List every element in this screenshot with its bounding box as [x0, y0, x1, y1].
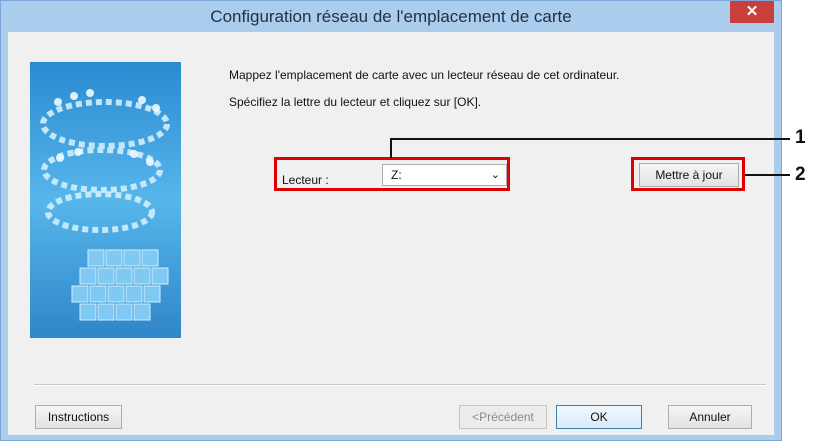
- instructions-button[interactable]: Instructions: [35, 405, 122, 429]
- close-button[interactable]: ✕: [730, 1, 774, 23]
- dialog-body: Mappez l'emplacement de carte avec un le…: [8, 32, 774, 435]
- instruction-text-1: Mappez l'emplacement de carte avec un le…: [229, 68, 620, 82]
- window-title: Configuration réseau de l'emplacement de…: [210, 7, 572, 26]
- callout-line-1-horizontal: [390, 138, 790, 140]
- callout-line-2: [745, 174, 790, 176]
- callout-number-2: 2: [795, 164, 806, 185]
- dialog-window: Configuration réseau de l'emplacement de…: [0, 0, 782, 441]
- previous-button[interactable]: <Précédent: [459, 405, 547, 429]
- highlight-drive-box: [274, 157, 510, 191]
- cancel-button[interactable]: Annuler: [668, 405, 752, 429]
- ok-button[interactable]: OK: [556, 405, 642, 429]
- callout-line-1-vertical: [390, 138, 392, 158]
- printer-network-illustration: [30, 62, 181, 338]
- highlight-update-box: [631, 157, 745, 191]
- instruction-text-2: Spécifiez la lettre du lecteur et clique…: [229, 95, 482, 109]
- callout-number-1: 1: [795, 127, 806, 148]
- close-icon: ✕: [745, 3, 759, 20]
- title-bar[interactable]: Configuration réseau de l'emplacement de…: [1, 1, 781, 32]
- divider: [34, 384, 766, 386]
